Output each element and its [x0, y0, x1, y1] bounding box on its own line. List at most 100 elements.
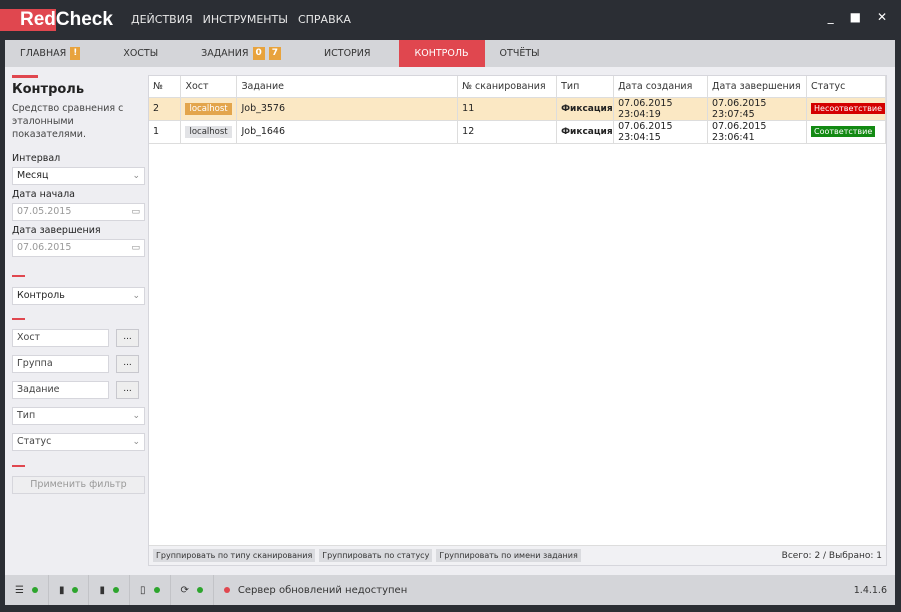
column-header[interactable]: Дата создания — [613, 76, 709, 98]
ok-indicator — [113, 587, 119, 593]
column-header[interactable]: Хост — [180, 76, 238, 98]
minimize-button[interactable]: _ — [828, 10, 834, 24]
table-row[interactable]: 1 localhost Job_1646 12 Фиксация 07.06.2… — [149, 120, 886, 144]
task-type-select[interactable]: Тип ⌄ — [12, 407, 145, 425]
column-header[interactable]: Статус — [806, 76, 886, 98]
ok-indicator — [31, 587, 38, 593]
app-version: 1.4.1.6 — [853, 584, 887, 596]
count-badge: 7 — [268, 47, 282, 60]
group-input[interactable]: Группа — [12, 355, 109, 373]
start-date-input[interactable]: 07.05.2015 ▭ — [12, 203, 145, 221]
end-date-label: Дата завершения — [12, 225, 101, 236]
table-row[interactable]: 2 localhost Job_3576 11 Фиксация 07.06.2… — [149, 97, 886, 121]
results-panel: № Хост Задание № сканирования Тип Дата с… — [148, 75, 887, 566]
status-badge: Соответствие — [811, 126, 876, 137]
end-date-input[interactable]: 07.06.2015 ▭ — [12, 239, 145, 257]
menu-actions[interactable]: ДЕЙСТВИЯ — [131, 13, 193, 26]
group-by-status-button[interactable]: Группировать по статусу — [319, 549, 433, 562]
group-by-scan-type-button[interactable]: Группировать по типу сканирования — [153, 549, 316, 562]
tab-label: ГЛАВНАЯ — [20, 48, 67, 59]
column-header[interactable]: Тип — [556, 76, 615, 98]
host-tag: localhost — [185, 103, 232, 115]
update-server-status: Сервер обновлений недоступен — [237, 584, 408, 596]
status-cell: Соответствие — [806, 120, 886, 144]
tab-reports[interactable]: ОТЧЁТЫ — [485, 40, 555, 67]
column-header[interactable]: № сканирования — [457, 76, 558, 98]
status-sync[interactable]: ⟳ — [171, 575, 214, 605]
script-file-icon: ▯ — [140, 584, 146, 596]
status-select[interactable]: Статус ⌄ — [12, 433, 145, 451]
status-list[interactable]: ☰ — [5, 575, 49, 605]
ok-indicator — [72, 587, 79, 593]
row-number: 1 — [149, 120, 182, 144]
type-cell: Фиксация — [556, 120, 615, 144]
task-cell: Job_3576 — [236, 97, 459, 121]
title-bar: RedCheck ДЕЙСТВИЯ ИНСТРУМЕНТЫ СПРАВКА _ … — [0, 0, 901, 38]
status-scripts[interactable]: ▯ — [130, 575, 171, 605]
column-header[interactable]: Задание — [236, 76, 459, 98]
created-cell: 07.06.2015 23:04:19 — [613, 97, 709, 121]
scan-number-cell: 12 — [457, 120, 558, 144]
group-by-task-name-button[interactable]: Группировать по имени задания — [436, 549, 581, 562]
status-license[interactable]: ▮ — [89, 575, 130, 605]
calendar-icon[interactable]: ▭ — [131, 204, 140, 220]
scan-number-cell: 11 — [457, 97, 558, 121]
maximize-button[interactable]: ■ — [850, 10, 861, 24]
page-description: Средство сравнения с эталонными показате… — [12, 103, 124, 140]
results-table: № Хост Задание № сканирования Тип Дата с… — [149, 76, 886, 144]
menu-tools[interactable]: ИНСТРУМЕНТЫ — [203, 13, 288, 26]
finished-cell: 07.06.2015 23:06:41 — [707, 120, 808, 144]
close-button[interactable]: ✕ — [877, 10, 887, 24]
finished-cell: 07.06.2015 23:07:45 — [707, 97, 808, 121]
status-badge: Несоответствие — [811, 103, 885, 114]
column-header[interactable]: Дата завершения — [707, 76, 808, 98]
interval-select[interactable]: Месяц ⌄ — [12, 167, 145, 185]
chevron-down-icon: ⌄ — [132, 171, 140, 181]
status-cell: Несоответствие — [806, 97, 886, 121]
ok-indicator — [153, 587, 160, 593]
tab-tasks[interactable]: ЗАДАНИЯ 0 7 — [186, 40, 296, 67]
apply-filter-button[interactable]: Применить фильтр — [12, 476, 145, 494]
alert-badge: ! — [70, 47, 81, 60]
calendar-icon[interactable]: ▭ — [131, 240, 140, 256]
tab-label: ХОСТЫ — [123, 48, 159, 59]
error-indicator — [223, 587, 230, 593]
divider — [12, 75, 38, 78]
tab-history[interactable]: ИСТОРИЯ — [296, 40, 398, 67]
task-input[interactable]: Задание — [12, 381, 109, 399]
type-cell: Фиксация — [556, 97, 615, 121]
column-header[interactable]: № — [149, 76, 182, 98]
host-browse-button[interactable]: ... — [116, 329, 139, 347]
table-footer: Группировать по типу сканирования Группи… — [149, 545, 886, 565]
menu-help[interactable]: СПРАВКА — [298, 13, 351, 26]
task-browse-button[interactable]: ... — [116, 381, 139, 399]
status-bar: ☰ ▮ ▮ ▯ ⟳ Сервер обновлений недоступен 1… — [5, 575, 895, 605]
interval-label: Интервал — [12, 153, 61, 164]
type-select[interactable]: Контроль ⌄ — [12, 287, 145, 305]
host-input[interactable]: Хост — [12, 329, 109, 347]
row-number: 2 — [149, 97, 182, 121]
divider — [12, 275, 25, 277]
group-browse-button[interactable]: ... — [116, 355, 139, 373]
tab-label: ОТЧЁТЫ — [499, 48, 540, 59]
selection-count: Всего: 2 / Выбрано: 1 — [781, 550, 882, 561]
filter-sidebar: Контроль Средство сравнения с эталонными… — [12, 75, 145, 494]
chevron-down-icon: ⌄ — [132, 411, 140, 421]
tab-control[interactable]: КОНТРОЛЬ — [398, 40, 485, 67]
tab-bar: ГЛАВНАЯ! ХОСТЫ ЗАДАНИЯ 0 7 ИСТОРИЯ КОНТРОЛ… — [5, 40, 895, 67]
divider — [12, 318, 25, 320]
chevron-down-icon: ⌄ — [132, 291, 140, 301]
status-server[interactable]: ▮ — [49, 575, 90, 605]
tab-hosts[interactable]: ХОСТЫ — [95, 40, 186, 67]
tab-label: ИСТОРИЯ — [324, 48, 371, 59]
tab-label: ЗАДАНИЯ — [201, 48, 249, 59]
server-icon: ▮ — [58, 584, 65, 596]
host-cell: localhost — [180, 97, 238, 121]
refresh-icon: ⟳ — [180, 584, 189, 596]
task-cell: Job_1646 — [236, 120, 459, 144]
list-icon: ☰ — [15, 584, 24, 596]
logo: RedCheck — [0, 9, 113, 31]
tab-home[interactable]: ГЛАВНАЯ! — [5, 40, 95, 67]
divider — [12, 465, 25, 467]
ok-indicator — [196, 587, 203, 593]
